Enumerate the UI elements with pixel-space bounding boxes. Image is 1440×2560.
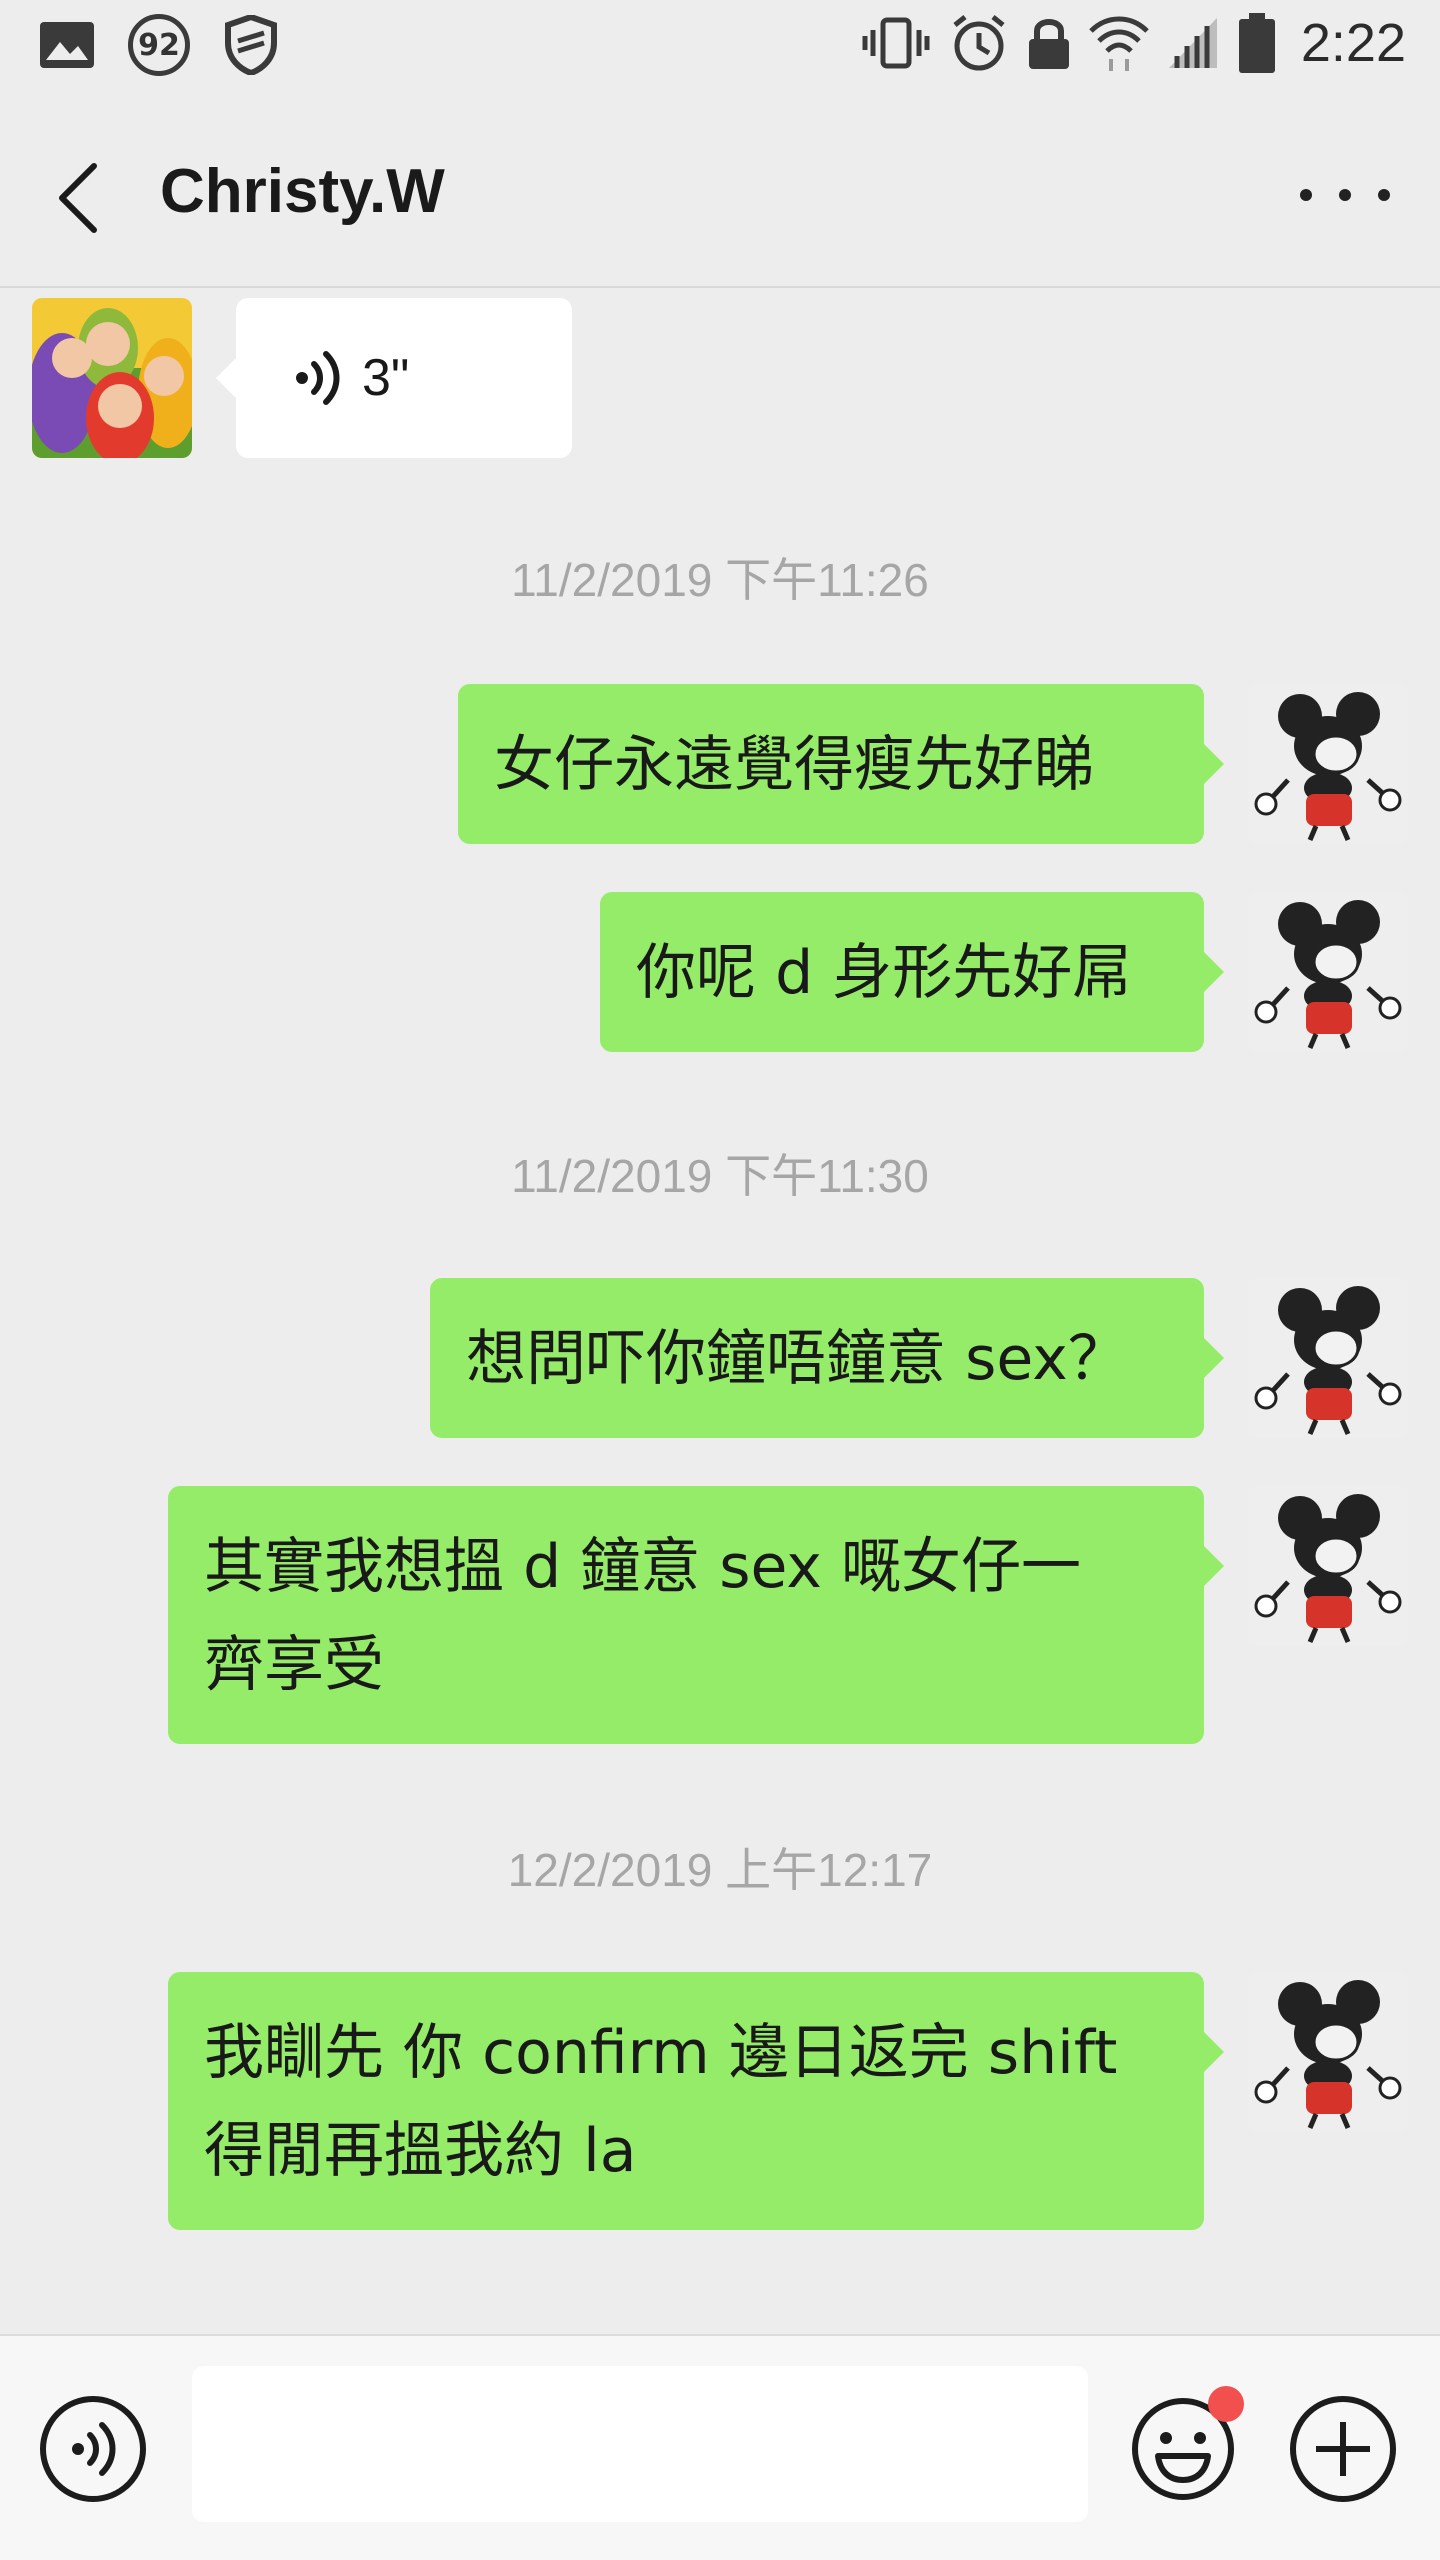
message-text: 想問吓你鐘唔鐘意 sex？ xyxy=(466,1324,1128,1394)
sent-message-bubble[interactable]: 我瞓先 你 confirm 邊日返完 shift 得閒再搵我約 la xyxy=(168,1972,1224,2230)
message-text: 女仔永遠覺得瘦先好睇 xyxy=(494,730,1094,800)
sent-message-bubble[interactable]: 你呢 d 身形先好屌 xyxy=(600,892,1224,1052)
mickey-avatar-image xyxy=(1248,1972,1408,2132)
message-timestamp: 11/2/2019 下午11:30 xyxy=(511,1150,929,1202)
message-text-line: 齊享受 xyxy=(204,1630,384,1700)
sent-message-bubble[interactable]: 女仔永遠覺得瘦先好睇 xyxy=(458,684,1224,844)
alarm-icon xyxy=(953,15,1005,71)
image-icon xyxy=(40,22,94,68)
voice-input-icon xyxy=(72,2422,116,2476)
sent-message-bubble[interactable]: 其實我想搵 d 鐘意 sex 嘅女仔一 齊享受 xyxy=(168,1486,1224,1744)
voice-playback-icon xyxy=(296,351,340,405)
mickey-avatar-image xyxy=(1248,892,1408,1052)
message-text-line: 得閒再搵我約 la xyxy=(204,2116,637,2186)
battery-icon xyxy=(1238,13,1275,73)
message-text: 你呢 d 身形先好屌 xyxy=(636,938,1133,1008)
my-avatar[interactable] xyxy=(1248,684,1408,844)
notification-count-badge: 92 xyxy=(128,14,190,76)
sent-message-bubble[interactable]: 想問吓你鐘唔鐘意 sex？ xyxy=(430,1278,1224,1438)
my-avatar[interactable] xyxy=(1248,1972,1408,2132)
more-options-button[interactable] xyxy=(1300,170,1390,220)
plus-button[interactable] xyxy=(1290,2396,1396,2502)
voice-message-bubble[interactable]: 3" xyxy=(216,298,572,458)
wifi-icon xyxy=(1089,16,1149,71)
message-timestamp: 12/2/2019 上午12:17 xyxy=(507,1844,933,1896)
message-timestamp: 11/2/2019 下午11:26 xyxy=(511,554,929,606)
voice-duration: 3" xyxy=(362,349,410,407)
clock-time: 2:22 xyxy=(1300,13,1406,73)
mickey-avatar-image xyxy=(1248,684,1408,844)
status-bar: 92 2:22 xyxy=(0,0,1440,100)
my-avatar[interactable] xyxy=(1248,892,1408,1052)
back-button[interactable] xyxy=(50,158,110,238)
my-avatar[interactable] xyxy=(1248,1278,1408,1438)
input-bar xyxy=(0,2334,1440,2560)
notification-dot xyxy=(1208,2386,1244,2422)
vibrate-icon xyxy=(862,17,930,69)
signal-icon xyxy=(1168,18,1217,68)
lock-icon xyxy=(1028,19,1069,69)
chat-header: Christy.W xyxy=(0,100,1440,288)
more-dots-icon xyxy=(1300,189,1312,201)
chat-title: Christy.W xyxy=(160,157,445,226)
message-text-line: 我瞓先 你 confirm 邊日返完 shift xyxy=(204,2018,1118,2088)
message-input[interactable] xyxy=(192,2366,1088,2522)
message-list[interactable]: 3" 11/2/2019 下午11:26 女仔永遠覺得瘦先好睇 你呢 d 身形先… xyxy=(0,288,1440,2334)
mickey-avatar-image xyxy=(1248,1486,1408,1646)
voice-input-button[interactable] xyxy=(40,2396,146,2502)
message-text-line: 其實我想搵 d 鐘意 sex 嘅女仔一 xyxy=(204,1532,1082,1602)
shield-icon xyxy=(225,15,277,75)
mickey-avatar-image xyxy=(1248,1278,1408,1438)
contact-avatar[interactable] xyxy=(32,298,192,458)
my-avatar[interactable] xyxy=(1248,1486,1408,1646)
